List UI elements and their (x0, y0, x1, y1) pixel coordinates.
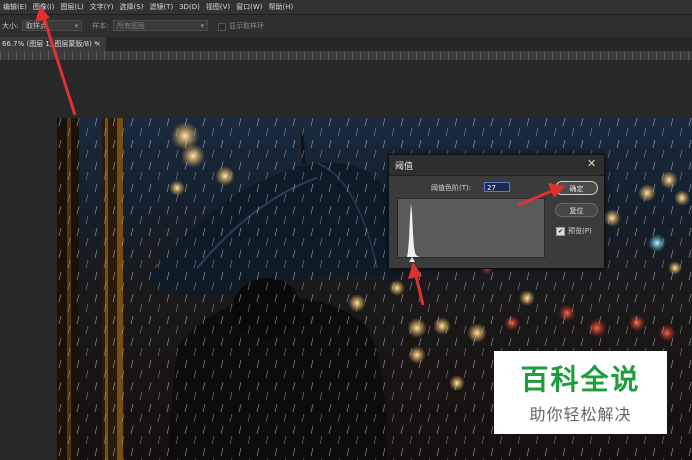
threshold-dialog: 阈值 ✕ 阈值色阶(T): 27 确定 复位 ✔ 预览(P) (388, 154, 605, 269)
dialog-title: 阈值 (395, 162, 414, 172)
menu-select[interactable]: 选择(S) (117, 0, 147, 14)
options-bar: 大小: 取样点 样本: 所有图层 显示取样环 (0, 14, 692, 38)
menu-3d[interactable]: 3D(D) (176, 0, 203, 14)
menu-layer[interactable]: 图层(L) (57, 0, 86, 14)
menu-help[interactable]: 帮助(H) (266, 0, 297, 14)
preview-checkbox[interactable]: ✔ (556, 227, 565, 236)
show-ring-checkbox[interactable] (218, 23, 226, 31)
size-dropdown[interactable]: 取样点 (22, 20, 82, 32)
menu-view[interactable]: 视图(V) (203, 0, 233, 14)
document-tab-bar: 66.7% (图层 1, 图层蒙版/8) * × (0, 37, 692, 51)
threshold-level-label: 阈值色阶(T): (431, 184, 472, 192)
histogram-graph (407, 203, 420, 257)
show-ring-label: 显示取样环 (229, 22, 264, 30)
sample-label: 样本: (92, 22, 109, 30)
watermark-subtitle: 助你轻松解决 (529, 405, 632, 424)
sample-dropdown[interactable]: 所有图层 (113, 20, 208, 32)
close-icon[interactable]: ✕ (587, 157, 596, 170)
document-tab[interactable]: 66.7% (图层 1, 图层蒙版/8) * × (0, 37, 106, 51)
threshold-level-input[interactable]: 27 (484, 182, 510, 192)
menu-filter[interactable]: 滤镜(T) (146, 0, 176, 14)
watermark-logo: 百科全说 助你轻松解决 (494, 351, 667, 434)
menu-type[interactable]: 文字(Y) (87, 0, 117, 14)
histogram[interactable] (397, 198, 545, 258)
preview-label: 预览(P) (568, 227, 592, 235)
close-icon[interactable]: × (95, 37, 101, 51)
watermark-title: 百科全说 (520, 363, 641, 396)
document-tab-title: 66.7% (图层 1, 图层蒙版/8) * (2, 40, 98, 48)
horizontal-ruler (0, 51, 692, 61)
menu-bar: 编辑(E) 图像(I) 图层(L) 文字(Y) 选择(S) 滤镜(T) 3D(D) 视图(V)… (0, 0, 692, 14)
menu-window[interactable]: 窗口(W) (233, 0, 265, 14)
ok-button[interactable]: 确定 (555, 181, 598, 195)
reset-button[interactable]: 复位 (555, 203, 598, 217)
menu-image[interactable]: 图像(I) (30, 0, 58, 14)
dialog-title-bar[interactable]: 阈值 ✕ (389, 155, 604, 176)
size-label: 大小: (2, 22, 19, 30)
menu-edit[interactable]: 编辑(E) (0, 0, 30, 14)
threshold-slider-handle[interactable] (409, 257, 415, 262)
